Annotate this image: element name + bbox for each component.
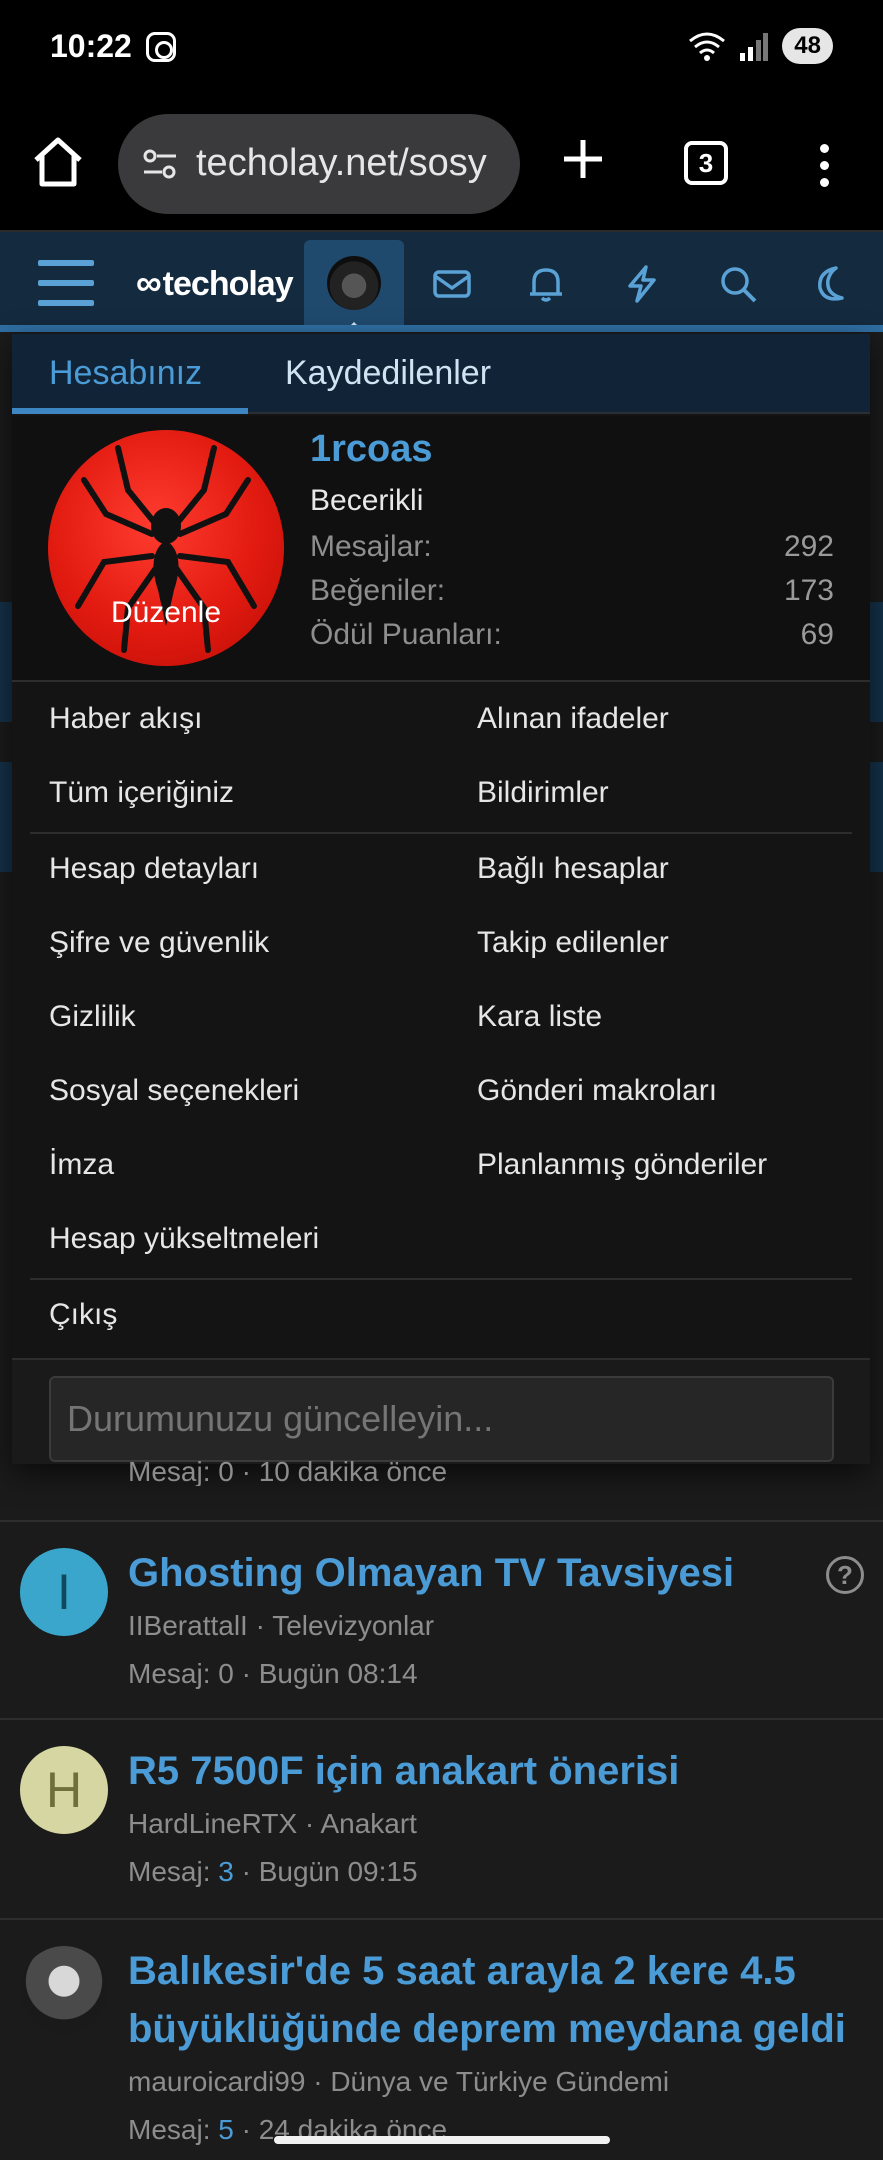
link-privacy[interactable]: Gizlilik <box>49 1000 136 1034</box>
account-menu-tabs: Hesabınız Kaydedilenler <box>12 334 870 414</box>
thread-item[interactable]: H R5 7500F için anakart önerisi HardLine… <box>0 1718 883 1918</box>
link-account-upgrades[interactable]: Hesap yükseltmeleri <box>49 1222 319 1256</box>
thread-author[interactable]: HardLineRTX <box>128 1808 297 1839</box>
status-update-input[interactable] <box>49 1376 834 1462</box>
account-avatar-button[interactable] <box>304 240 404 338</box>
lightning-icon[interactable] <box>622 264 662 304</box>
link-social-options[interactable]: Sosyal seçenekleri <box>49 1074 299 1108</box>
signal-icon <box>740 33 769 61</box>
site-settings-icon[interactable] <box>140 144 180 184</box>
spider-icon <box>75 445 257 653</box>
link-news-feed[interactable]: Haber akışı <box>49 702 202 736</box>
active-tab-indicator <box>12 408 248 414</box>
thread-item[interactable]: I Ghosting Olmayan TV Tavsiyesi ? IIBera… <box>0 1520 883 1720</box>
stat-label: Beğeniler: <box>310 574 446 607</box>
avatar[interactable]: H <box>20 1746 108 1834</box>
thread-author-forum: mauroicardi99 · Dünya ve Türkiye Gündemi <box>128 2066 670 2097</box>
link-reactions-received[interactable]: Alınan ifadeler <box>477 702 669 736</box>
account-links: Haber akışı Alınan ifadeler Tüm içeriğin… <box>12 684 870 1354</box>
profile-avatar[interactable]: Düzenle <box>48 430 284 666</box>
thread-time: Bugün 09:15 <box>258 1856 418 1887</box>
reply-count: 0 <box>218 1658 234 1689</box>
meta-label: Mesaj: <box>128 2114 211 2145</box>
home-icon[interactable] <box>30 134 86 190</box>
new-tab-icon[interactable] <box>560 136 606 182</box>
thread-time: Bugün 08:14 <box>258 1658 418 1689</box>
thread-title[interactable]: Balıkesir'de 5 saat arayla 2 kere 4.5 bü… <box>128 1942 858 2058</box>
gesture-bar[interactable] <box>274 2136 610 2144</box>
bell-icon[interactable] <box>526 264 566 304</box>
link-signature[interactable]: İmza <box>49 1148 114 1182</box>
battery-indicator: 48 <box>782 28 833 64</box>
thread-meta-partial: Mesaj: 0 · 10 dakika önce <box>128 1456 448 1486</box>
link-password-security[interactable]: Şifre ve güvenlik <box>49 926 269 960</box>
stat-label: Ödül Puanları: <box>310 618 502 651</box>
thread-author-forum: HardLineRTX · Anakart <box>128 1808 417 1839</box>
instagram-icon <box>146 32 176 62</box>
thread-author-forum: IIBerattalI · Televizyonlar <box>128 1610 435 1641</box>
link-post-macros[interactable]: Gönderi makroları <box>477 1074 717 1108</box>
thread-item[interactable]: Balıkesir'de 5 saat arayla 2 kere 4.5 bü… <box>0 1918 883 2160</box>
wifi-icon <box>689 32 726 61</box>
thread-meta: Mesaj: 0 · Bugün 08:14 <box>128 1658 418 1689</box>
link-your-content[interactable]: Tüm içeriğiniz <box>49 776 234 810</box>
thread-forum[interactable]: Anakart <box>320 1808 417 1839</box>
username[interactable]: 1rcoas <box>310 428 433 471</box>
stat-value: 69 <box>800 618 834 651</box>
moon-icon[interactable] <box>810 264 850 304</box>
question-icon: ? <box>826 1556 864 1594</box>
link-following[interactable]: Takip edilenler <box>477 926 669 960</box>
site-logo-text: techolay <box>162 265 294 303</box>
stat-label: Mesajlar: <box>310 530 432 563</box>
thread-title[interactable]: Ghosting Olmayan TV Tavsiyesi <box>128 1544 858 1602</box>
site-header: ∞techolay <box>0 232 883 338</box>
meta-label: Mesaj: <box>128 1856 211 1887</box>
search-icon[interactable] <box>718 264 758 304</box>
meta-label: Mesaj: <box>128 1658 211 1689</box>
status-update-area <box>12 1358 870 1464</box>
status-time: 10:22 <box>50 28 132 64</box>
hamburger-menu-icon[interactable] <box>38 260 94 306</box>
account-menu: Hesabınız Kaydedilenler Düzenle 1rcoas B… <box>12 334 870 1464</box>
url-bar[interactable]: techolay.net/sosy <box>118 114 520 214</box>
stat-value: 173 <box>783 574 834 607</box>
stat-points: Ödül Puanları: 69 <box>310 618 834 652</box>
tab-account[interactable]: Hesabınız <box>49 354 202 393</box>
browser-menu-icon[interactable] <box>812 140 836 190</box>
reply-count: 5 <box>218 2114 234 2145</box>
link-scheduled-posts[interactable]: Planlanmış gönderiler <box>477 1148 767 1182</box>
thread-forum[interactable]: Dünya ve Türkiye Gündemi <box>330 2066 669 2097</box>
avatar[interactable]: I <box>20 1548 108 1636</box>
reply-count: 3 <box>218 1856 234 1887</box>
avatar <box>327 256 381 310</box>
link-connected-accounts[interactable]: Bağlı hesaplar <box>477 852 669 886</box>
link-alerts[interactable]: Bildirimler <box>477 776 609 810</box>
stat-messages: Mesajlar: 292 <box>310 530 834 564</box>
site-logo[interactable]: ∞techolay <box>136 262 294 304</box>
tab-saved[interactable]: Kaydedilenler <box>285 354 491 393</box>
url-text[interactable]: techolay.net/sosy <box>196 142 487 185</box>
link-logout[interactable]: Çıkış <box>49 1298 117 1332</box>
stat-value: 292 <box>783 530 834 563</box>
thread-title[interactable]: R5 7500F için anakart önerisi <box>128 1742 858 1800</box>
stat-likes: Beğeniler: 173 <box>310 574 834 608</box>
browser-toolbar: techolay.net/sosy 3 <box>0 96 883 232</box>
edit-avatar-label[interactable]: Düzenle <box>48 596 284 630</box>
link-ignored[interactable]: Kara liste <box>477 1000 602 1034</box>
user-title: Becerikli <box>310 484 424 517</box>
thread-author[interactable]: mauroicardi99 <box>128 2066 305 2097</box>
inbox-icon[interactable] <box>432 264 472 304</box>
status-bar: 10:22 48 <box>0 0 883 96</box>
avatar[interactable] <box>20 1946 108 2034</box>
link-account-details[interactable]: Hesap detayları <box>49 852 259 886</box>
tab-switcher-button[interactable]: 3 <box>684 141 728 185</box>
profile-summary: Düzenle 1rcoas Becerikli Mesajlar: 292 B… <box>12 416 870 682</box>
thread-meta: Mesaj: 3 · Bugün 09:15 <box>128 1856 418 1887</box>
thread-forum[interactable]: Televizyonlar <box>272 1610 434 1641</box>
thread-author[interactable]: IIBerattalI <box>128 1610 248 1641</box>
